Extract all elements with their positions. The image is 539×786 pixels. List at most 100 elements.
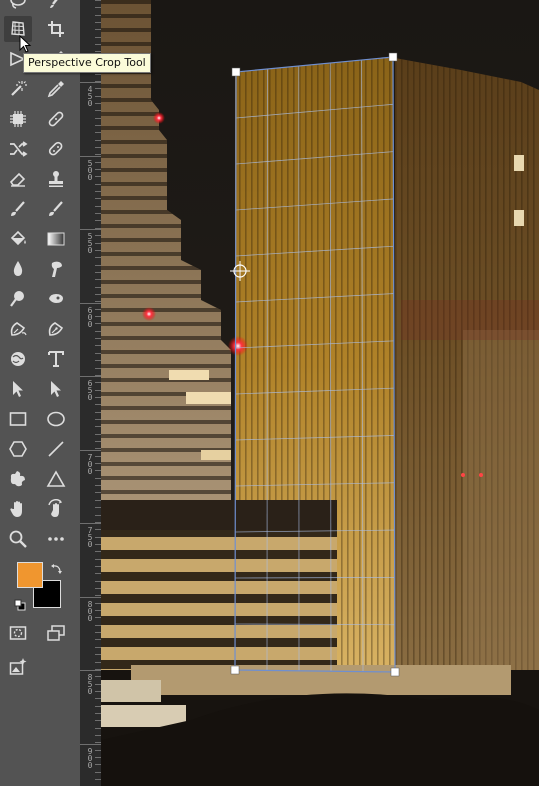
ruler-minor-tick [80, 742, 101, 743]
ellipse-tool-icon[interactable] [42, 406, 70, 432]
custom-shape-icon[interactable] [4, 466, 32, 492]
perspective-crop-box[interactable] [101, 0, 539, 786]
ruler-minor-tick [80, 331, 101, 332]
ruler-minor-tick [80, 735, 101, 736]
line-tool-icon[interactable] [42, 436, 70, 462]
ruler-minor-tick [80, 559, 101, 560]
ruler-minor-tick [80, 610, 101, 611]
type-tool-icon[interactable] [42, 346, 70, 372]
path-selection-icon[interactable] [4, 376, 32, 402]
document-canvas[interactable] [101, 0, 539, 786]
crop-handle-top-left[interactable] [231, 67, 241, 77]
ruler-label: 900 [87, 747, 93, 770]
ruler-minor-tick [80, 272, 101, 273]
ruler-minor-tick [80, 581, 101, 582]
ruler-minor-tick [80, 316, 101, 317]
ruler-minor-tick [80, 463, 101, 464]
content-aware-move-icon[interactable] [4, 136, 32, 162]
chip-icon[interactable] [4, 106, 32, 132]
hand-tool-icon[interactable] [4, 496, 32, 522]
direct-selection-icon[interactable] [42, 376, 70, 402]
ruler-major-tick [80, 744, 101, 745]
ruler-minor-tick [80, 588, 101, 589]
ruler-minor-tick [80, 426, 101, 427]
vertical-ruler[interactable]: 450 500 550 600 650 700 750 800 850 900 [80, 0, 102, 786]
smudge-tool-icon[interactable] [42, 256, 70, 282]
crop-handle-bottom-right[interactable] [390, 667, 400, 677]
ruler-minor-tick [80, 81, 101, 82]
freeform-pen-icon[interactable] [4, 316, 32, 342]
stamp-tool-icon[interactable] [42, 166, 70, 192]
ruler-minor-tick [80, 15, 101, 16]
spot-healing-brush-icon[interactable] [4, 76, 32, 102]
rotate-view-icon[interactable] [42, 496, 70, 522]
gradient-tool-icon[interactable] [42, 226, 70, 252]
blur-tool-icon[interactable] [4, 256, 32, 282]
ruler-minor-tick [80, 617, 101, 618]
lasso-tool-icon[interactable] [4, 0, 32, 14]
ruler-minor-tick [80, 779, 101, 780]
burn-tool-icon[interactable] [42, 286, 70, 312]
ruler-minor-tick [80, 110, 101, 111]
ruler-minor-tick [80, 772, 101, 773]
ruler-minor-tick [80, 353, 101, 354]
art-brush-icon[interactable] [42, 196, 70, 222]
foreground-color-swatch[interactable] [17, 562, 43, 588]
ruler-minor-tick [80, 51, 101, 52]
ruler-minor-tick [80, 419, 101, 420]
ruler-label: 700 [87, 453, 93, 476]
crop-grid-line [235, 623, 395, 626]
clone-stamp-icon[interactable] [42, 136, 70, 162]
default-colors-icon[interactable] [14, 599, 26, 611]
ruler-minor-tick [80, 470, 101, 471]
ruler-minor-tick [80, 29, 101, 30]
eraser-tool-icon[interactable] [4, 166, 32, 192]
ruler-minor-tick [80, 287, 101, 288]
crop-center-target-icon[interactable] [230, 261, 250, 281]
generative-fill-icon[interactable] [4, 654, 32, 680]
ruler-minor-tick [80, 257, 101, 258]
brush-tool-icon[interactable] [42, 0, 70, 14]
ruler-minor-tick [80, 140, 101, 141]
color-sampler-icon[interactable] [42, 76, 70, 102]
ruler-minor-tick [80, 294, 101, 295]
ruler-minor-tick [80, 191, 101, 192]
rectangle-tool-icon[interactable] [4, 406, 32, 432]
crop-grid-line [235, 435, 395, 441]
content-aware-icon[interactable] [4, 346, 32, 372]
history-brush-icon[interactable] [4, 196, 32, 222]
ruler-minor-tick [80, 125, 101, 126]
dodge-tool-icon[interactable] [4, 286, 32, 312]
paint-bucket-icon[interactable] [4, 226, 32, 252]
ruler-major-tick [80, 303, 101, 304]
zoom-tool-icon[interactable] [4, 526, 32, 552]
polygon-tool-icon[interactable] [4, 436, 32, 462]
ruler-minor-tick [80, 338, 101, 339]
ruler-major-tick [80, 450, 101, 451]
screen-mode-icon[interactable] [42, 620, 70, 646]
ruler-minor-tick [80, 390, 101, 391]
crop-handle-top-right[interactable] [388, 52, 398, 62]
crop-tool-icon[interactable] [42, 16, 70, 42]
ruler-minor-tick [80, 103, 101, 104]
bandaid-icon[interactable] [42, 106, 70, 132]
ruler-minor-tick [80, 676, 101, 677]
ruler-minor-tick [80, 147, 101, 148]
quick-mask-icon[interactable] [4, 620, 32, 646]
ruler-minor-tick [80, 96, 101, 97]
ruler-minor-tick [80, 662, 101, 663]
ruler-minor-tick [80, 397, 101, 398]
pen-tool-icon[interactable] [42, 316, 70, 342]
ruler-minor-tick [80, 279, 101, 280]
triangle-tool-icon[interactable] [42, 466, 70, 492]
ruler-minor-tick [80, 441, 101, 442]
ruler-label: 500 [87, 159, 93, 182]
tools-panel [0, 0, 80, 786]
swap-colors-icon[interactable] [50, 562, 64, 576]
ruler-minor-tick [80, 522, 101, 523]
crop-handle-bottom-left[interactable] [230, 665, 240, 675]
ruler-minor-tick [80, 184, 101, 185]
ruler-major-tick [80, 523, 101, 524]
more-tools-icon[interactable] [42, 526, 70, 552]
ruler-minor-tick [80, 250, 101, 251]
